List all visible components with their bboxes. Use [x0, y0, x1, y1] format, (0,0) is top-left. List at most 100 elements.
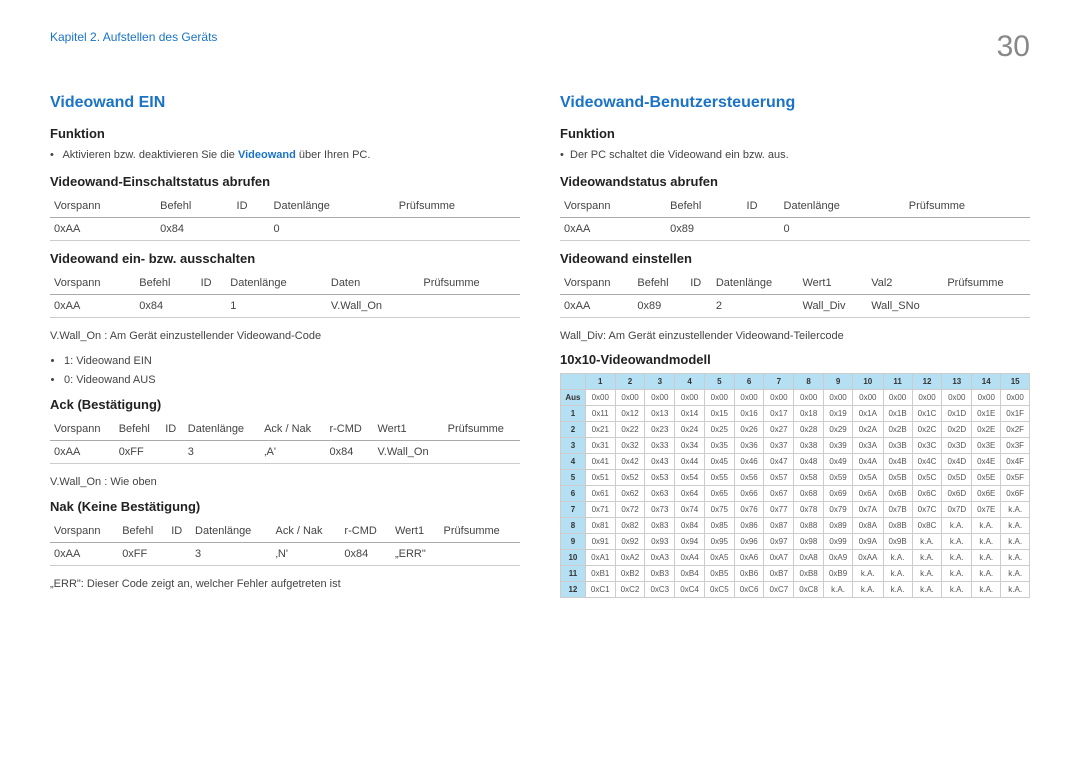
td: 0xFF [118, 542, 167, 565]
hex-cell: k.A. [972, 518, 1001, 534]
hex-cell: 0x00 [585, 390, 615, 406]
hex-row-header: 3 [561, 438, 586, 454]
vwall-note: V.Wall_On : Am Gerät einzustellender Vid… [50, 328, 520, 345]
hex-cell: 0x91 [585, 534, 615, 550]
hex-cell: 0x95 [704, 534, 734, 550]
hex-cell: 0x92 [615, 534, 645, 550]
hex-cell: 0x24 [675, 422, 705, 438]
hex-cell: 0xA5 [704, 550, 734, 566]
td: 0xAA [50, 217, 156, 240]
hex-cell: 0x29 [824, 422, 853, 438]
hex-cell: 0x5C [912, 470, 942, 486]
hex-cell: 0x73 [645, 502, 675, 518]
hex-cell: 0x8A [853, 518, 883, 534]
hex-cell: 0xB2 [615, 566, 645, 582]
hex-cell: 0x14 [675, 406, 705, 422]
th: Ack / Nak [271, 520, 340, 543]
hex-cell: 0x00 [764, 390, 794, 406]
td: 3 [191, 542, 271, 565]
funktion-text: • Aktivieren bzw. deaktivieren Sie die V… [50, 147, 520, 164]
hex-cell: 0x9B [883, 534, 912, 550]
err-note: „ERR": Dieser Code zeigt an, welcher Feh… [50, 576, 520, 593]
hex-col-header: 12 [912, 374, 942, 390]
hex-cell: 0x18 [794, 406, 824, 422]
hex-cell: 0x2C [912, 422, 942, 438]
hex-cell: 0x00 [972, 390, 1001, 406]
hex-cell: 0x84 [675, 518, 705, 534]
hex-cell: k.A. [942, 550, 972, 566]
hex-cell: 0xB1 [585, 566, 615, 582]
hex-col-header: 15 [1001, 374, 1030, 390]
hex-cell: 0x74 [675, 502, 705, 518]
th: Befehl [115, 418, 162, 441]
hex-cell: 0xB8 [794, 566, 824, 582]
hex-cell: 0x5D [942, 470, 972, 486]
hex-cell: 0x39 [824, 438, 853, 454]
td: 0xAA [560, 294, 633, 317]
hex-cell: 0xA3 [645, 550, 675, 566]
hex-grid-table: 123456789101112131415Aus0x000x000x000x00… [560, 373, 1030, 598]
td [395, 217, 520, 240]
hex-cell: k.A. [972, 566, 1001, 582]
hex-cell: 0x11 [585, 406, 615, 422]
hex-cell: 0x43 [645, 454, 675, 470]
hex-cell: 0x79 [824, 502, 853, 518]
hex-cell: 0x56 [734, 470, 764, 486]
hex-cell: 0x21 [585, 422, 615, 438]
hex-cell: 0x69 [824, 486, 853, 502]
hex-cell: 0x42 [615, 454, 645, 470]
hex-cell: 0x3A [853, 438, 883, 454]
hex-cell: 0x83 [645, 518, 675, 534]
hex-cell: 0x00 [645, 390, 675, 406]
hex-cell: 0xA4 [675, 550, 705, 566]
td [686, 294, 712, 317]
hex-cell: 0x2E [972, 422, 1001, 438]
hex-cell: 0x41 [585, 454, 615, 470]
hex-cell: 0xB4 [675, 566, 705, 582]
th: Prüfsumme [444, 418, 520, 441]
hex-cell: 0x64 [675, 486, 705, 502]
th: ID [167, 520, 191, 543]
hex-cell: 0xC2 [615, 582, 645, 598]
td [419, 294, 520, 317]
funktion-text-right: •Der PC schaltet die Videowand ein bzw. … [560, 147, 1030, 164]
walldiv-note: Wall_Div: Am Gerät einzustellender Video… [560, 328, 1030, 345]
hex-cell: k.A. [1001, 534, 1030, 550]
hex-cell: 0x35 [704, 438, 734, 454]
hex-col-header: 1 [585, 374, 615, 390]
hex-cell: 0x13 [645, 406, 675, 422]
td: 0xAA [50, 441, 115, 464]
hex-cell: 0xB6 [734, 566, 764, 582]
hex-cell: 0x00 [704, 390, 734, 406]
hex-cell: k.A. [972, 582, 1001, 598]
th: Datenlänge [191, 520, 271, 543]
hex-cell: 0xC1 [585, 582, 615, 598]
td [167, 542, 191, 565]
hex-row-header: 10 [561, 550, 586, 566]
hex-cell: 0xA9 [824, 550, 853, 566]
onoff-heading: Videowand ein- bzw. ausschalten [50, 251, 520, 266]
hex-col-header: 5 [704, 374, 734, 390]
funktion-body: Der PC schaltet die Videowand ein bzw. a… [570, 149, 789, 161]
hex-cell: 0x37 [764, 438, 794, 454]
hex-cell: k.A. [912, 566, 942, 582]
hex-cell: 0xC3 [645, 582, 675, 598]
td: 0 [270, 217, 395, 240]
th: Datenlänge [270, 195, 395, 218]
hex-cell: 0x71 [585, 502, 615, 518]
th: Ack / Nak [260, 418, 325, 441]
hex-cell: 0x3C [912, 438, 942, 454]
hex-cell: 0x98 [794, 534, 824, 550]
hex-cell: 0x6E [972, 486, 1001, 502]
hex-cell: 0x99 [824, 534, 853, 550]
hex-cell: 0x88 [794, 518, 824, 534]
hex-cell: 0x3D [942, 438, 972, 454]
hex-cell: 0x46 [734, 454, 764, 470]
hex-cell: 0x51 [585, 470, 615, 486]
td: Wall_Div [798, 294, 867, 317]
td: 0xFF [115, 441, 162, 464]
left-column: Videowand EIN Funktion • Aktivieren bzw.… [50, 94, 520, 600]
th: ID [233, 195, 270, 218]
bullet-ein: 1: Videowand EIN [64, 352, 520, 371]
videowand-link[interactable]: Videowand [238, 149, 296, 161]
